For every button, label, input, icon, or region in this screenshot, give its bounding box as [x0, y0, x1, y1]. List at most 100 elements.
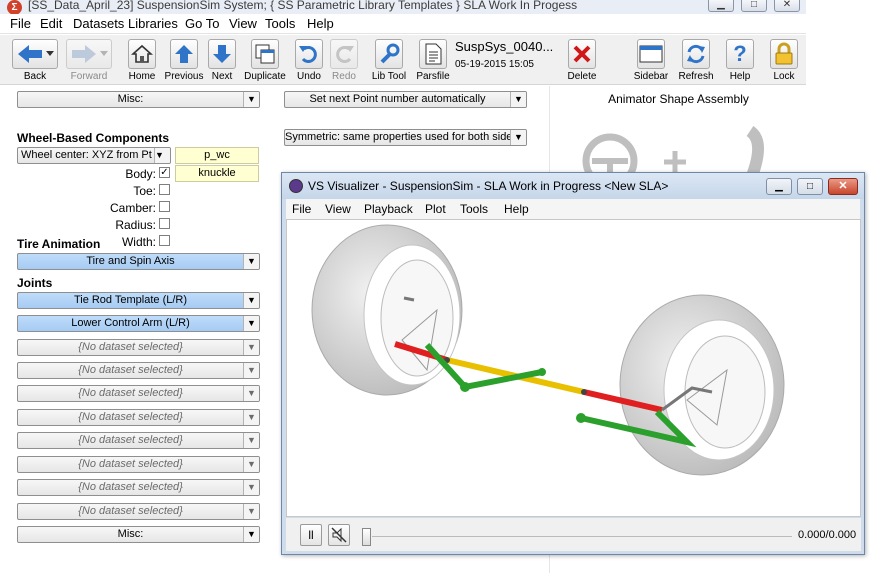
empty-dataset-combo[interactable]: {No dataset selected} ▼ [17, 409, 260, 426]
steering-assembly-icon [582, 126, 764, 176]
lib-tool-button[interactable]: Lib Tool [369, 39, 409, 82]
empty-dataset-combo[interactable]: {No dataset selected} ▼ [17, 362, 260, 379]
forward-button[interactable]: Forward [64, 39, 114, 82]
vis-menu-playback[interactable]: Playback [364, 202, 413, 216]
camber-checkbox[interactable] [159, 201, 170, 212]
mute-speaker-icon[interactable] [328, 524, 350, 546]
up-arrow-icon [170, 39, 198, 69]
empty-dataset-combo[interactable]: {No dataset selected} ▼ [17, 339, 260, 356]
home-icon [128, 39, 156, 69]
joint-tie-rod-combo[interactable]: Tie Rod Template (L/R) ▼ [17, 292, 260, 309]
left-tire [311, 224, 463, 396]
lock-icon [770, 39, 798, 69]
refresh-button[interactable]: Refresh [677, 39, 715, 82]
menu-libraries[interactable]: Libraries [128, 16, 178, 31]
visualizer-app-icon [289, 179, 303, 193]
pause-button[interactable]: ll [300, 524, 322, 546]
visualizer-title-bar: VS Visualizer - SuspensionSim - SLA Work… [282, 173, 864, 199]
dropdown-arrow-icon: ▼ [243, 527, 259, 542]
symmetric-combo[interactable]: Symmetric: same properties used for both… [284, 129, 527, 146]
visualizer-title: VS Visualizer - SuspensionSim - SLA Work… [308, 179, 669, 193]
visualizer-close-button[interactable]: ✕ [828, 178, 858, 195]
misc-bottom-combo[interactable]: Misc: ▼ [17, 526, 260, 543]
vis-menu-view[interactable]: View [325, 202, 351, 216]
delete-x-icon [568, 39, 596, 69]
dropdown-arrow-icon: ▼ [243, 340, 259, 355]
dropdown-arrow-icon: ▼ [154, 148, 170, 163]
visualizer-maximize-button[interactable]: □ [797, 178, 823, 195]
dropdown-arrow-icon: ▼ [510, 92, 526, 107]
3d-viewport[interactable] [286, 219, 861, 517]
duplicate-button[interactable]: Duplicate [242, 39, 288, 82]
timeline-slider-handle[interactable] [362, 528, 371, 546]
home-button[interactable]: Home [126, 39, 158, 82]
dropdown-arrow-icon: ▼ [243, 457, 259, 472]
vis-menu-help[interactable]: Help [504, 202, 529, 216]
vis-menu-file[interactable]: File [292, 202, 311, 216]
visualizer-minimize-button[interactable]: ▁ [766, 178, 792, 195]
joint-lower-control-arm-combo[interactable]: Lower Control Arm (L/R) ▼ [17, 315, 260, 332]
misc-top-combo[interactable]: Misc: ▼ [17, 91, 260, 108]
dropdown-arrow-icon: ▼ [243, 254, 259, 269]
camber-label: Camber: [109, 201, 156, 215]
knuckle-field[interactable]: knuckle [175, 165, 259, 182]
empty-dataset-combo[interactable]: {No dataset selected} ▼ [17, 385, 260, 402]
tire-animation-combo[interactable]: Tire and Spin Axis ▼ [17, 253, 260, 270]
dropdown-arrow-icon: ▼ [243, 363, 259, 378]
menu-tools[interactable]: Tools [265, 16, 295, 31]
app-icon: Σ [7, 0, 22, 14]
help-button[interactable]: ? Help [723, 39, 757, 82]
menu-view[interactable]: View [229, 16, 257, 31]
close-button[interactable]: ✕ [774, 0, 800, 12]
empty-dataset-combo[interactable]: {No dataset selected} ▼ [17, 503, 260, 520]
vis-menu-tools[interactable]: Tools [460, 202, 488, 216]
dropdown-arrow-icon: ▼ [243, 433, 259, 448]
time-readout: 0.000/0.000 [798, 529, 857, 541]
menu-datasets[interactable]: Datasets [73, 16, 124, 31]
point-number-combo[interactable]: Set next Point number automatically ▼ [284, 91, 527, 108]
duplicate-icon [251, 39, 279, 69]
maximize-button[interactable]: □ [741, 0, 767, 12]
empty-dataset-combo[interactable]: {No dataset selected} ▼ [17, 432, 260, 449]
menu-file[interactable]: File [10, 16, 31, 31]
menu-go-to[interactable]: Go To [185, 16, 219, 31]
sidebar-button[interactable]: Sidebar [632, 39, 670, 82]
width-label: Width: [121, 235, 156, 249]
width-checkbox[interactable] [159, 235, 170, 246]
delete-button[interactable]: Delete [565, 39, 599, 82]
redo-button[interactable]: Redo [329, 39, 359, 82]
assembly-title: Animator Shape Assembly [608, 92, 749, 106]
parsfile-button[interactable]: Parsfile [414, 39, 452, 82]
visualizer-menu-bar: File View Playback Plot Tools Help [286, 199, 860, 219]
body-label: Body: [125, 167, 156, 181]
forward-arrow-icon [66, 39, 112, 69]
empty-dataset-combo[interactable]: {No dataset selected} ▼ [17, 456, 260, 473]
menu-edit[interactable]: Edit [40, 16, 62, 31]
timeline-track[interactable] [372, 536, 792, 537]
down-arrow-icon [208, 39, 236, 69]
toe-label: Toe: [133, 184, 156, 198]
dataset-name: SuspSys_0040... [455, 39, 554, 54]
document-icon [419, 39, 447, 69]
lock-button[interactable]: Lock [767, 39, 801, 82]
menu-help[interactable]: Help [307, 16, 334, 31]
previous-button[interactable]: Previous [163, 39, 205, 82]
sidebar-icon [637, 39, 665, 69]
undo-button[interactable]: Undo [294, 39, 324, 82]
minimize-button[interactable]: ▁ [708, 0, 734, 12]
dropdown-arrow-icon: ▼ [243, 480, 259, 495]
right-tire [619, 294, 785, 476]
dropdown-arrow-icon: ▼ [243, 293, 259, 308]
vis-menu-plot[interactable]: Plot [425, 202, 446, 216]
radius-checkbox[interactable] [159, 218, 170, 229]
window-title: [SS_Data_April_23] SuspensionSim System;… [28, 0, 578, 12]
body-checkbox[interactable]: ✓ [159, 167, 170, 178]
p-wc-field[interactable]: p_wc [175, 147, 259, 164]
wheel-center-combo[interactable]: Wheel center: XYZ from Pt ▼ [17, 147, 171, 164]
question-mark-icon: ? [726, 39, 754, 69]
radius-label: Radius: [115, 218, 156, 232]
toe-checkbox[interactable] [159, 184, 170, 195]
next-button[interactable]: Next [206, 39, 238, 82]
back-button[interactable]: Back [11, 39, 59, 82]
empty-dataset-combo[interactable]: {No dataset selected} ▼ [17, 479, 260, 496]
